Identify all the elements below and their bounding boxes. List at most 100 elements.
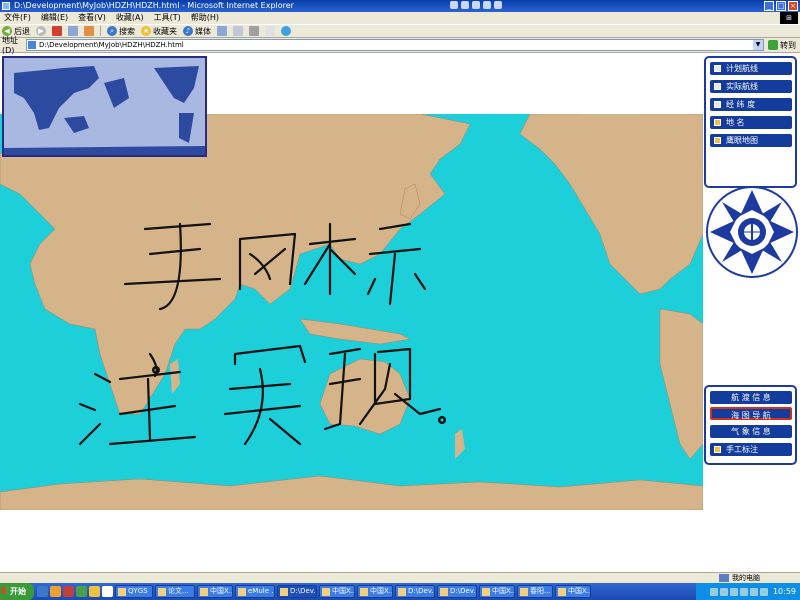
messenger-button[interactable] — [281, 26, 291, 36]
window-title-bar[interactable]: D:\Development\MyJob\HDZH\HDZH.html - Mi… — [0, 0, 800, 12]
address-input[interactable]: D:\Development\MyJob\HDZH\HDZH.html ▼ — [26, 39, 764, 51]
menu-edit[interactable]: 编辑(E) — [41, 12, 68, 24]
task-button[interactable]: eMule ... — [235, 585, 275, 598]
task-button[interactable]: D:\Dev... — [437, 585, 477, 598]
stop-button[interactable] — [52, 26, 62, 36]
doc-icon — [158, 588, 166, 596]
windows-flag-icon — [2, 587, 9, 594]
task-button[interactable]: 中国X... — [479, 585, 515, 598]
task-button[interactable]: 春阳... — [517, 585, 553, 598]
minimize-button[interactable]: _ — [764, 1, 774, 11]
star-icon: ★ — [141, 26, 151, 36]
title-tray-icons — [450, 1, 502, 9]
task-button[interactable]: 中国X... — [555, 585, 591, 598]
tray-icon-1[interactable] — [709, 587, 718, 596]
eagle-eye-minimap[interactable] — [2, 56, 207, 157]
planned-route-button[interactable]: 计划航线 — [710, 62, 792, 75]
app-quicklaunch-icon-3[interactable] — [76, 586, 87, 597]
toolbar-separator — [100, 26, 101, 36]
menu-help[interactable]: 帮助(H) — [191, 12, 219, 24]
start-label: 开始 — [10, 587, 26, 596]
zone-indicator: 我的电脑 — [719, 573, 760, 583]
start-button[interactable]: 开始 — [0, 583, 34, 600]
ie-quicklaunch-icon[interactable] — [37, 586, 48, 597]
ie-icon — [558, 588, 566, 596]
search-label: 搜索 — [119, 26, 135, 36]
compass-rose-icon[interactable] — [706, 186, 798, 278]
print-icon — [249, 26, 259, 36]
actual-route-button[interactable]: 实际航线 — [710, 80, 792, 93]
place-names-label: 地 名 — [726, 118, 745, 127]
manual-annotation-button[interactable]: 手工标注 — [710, 443, 792, 456]
ship-marker-2[interactable] — [438, 416, 446, 424]
checkbox-icon — [714, 119, 721, 126]
address-label: 地址(D) — [2, 36, 18, 55]
print-button[interactable] — [249, 26, 259, 36]
tray-icon-1 — [450, 1, 458, 9]
app-quicklaunch-icon-5[interactable] — [102, 586, 113, 597]
task-button[interactable]: 中国X... — [197, 585, 233, 598]
home-icon — [84, 26, 94, 36]
search-button[interactable]: ⌕ 搜索 — [107, 26, 135, 37]
task-label: 中国X... — [332, 587, 355, 595]
favorites-button[interactable]: ★ 收藏夹 — [141, 26, 177, 37]
chevron-down-icon[interactable]: ▼ — [753, 40, 763, 50]
refresh-button[interactable] — [68, 26, 78, 36]
maximize-button[interactable]: □ — [776, 1, 786, 11]
menu-file[interactable]: 文件(F) — [4, 12, 31, 24]
edit-button[interactable] — [265, 26, 275, 36]
latlong-button[interactable]: 经 纬 度 — [710, 98, 792, 111]
weather-info-button[interactable]: 气 象 信 息 — [710, 425, 792, 438]
task-button[interactable]: 中国X... — [357, 585, 393, 598]
chart-navigation-label: 海 图 导 航 — [731, 411, 771, 420]
mail-button[interactable] — [233, 26, 243, 36]
page-icon — [28, 41, 36, 49]
task-button[interactable]: D:\Dev... — [395, 585, 435, 598]
history-icon — [217, 26, 227, 36]
tray-icon-4 — [483, 1, 491, 9]
go-label: 转到 — [780, 40, 796, 50]
clock[interactable]: 10:59 — [773, 587, 796, 596]
eagle-eye-button[interactable]: 鹰眼地图 — [710, 134, 792, 147]
task-button[interactable]: QYGS — [115, 585, 153, 598]
checkbox-icon — [714, 65, 721, 72]
task-button[interactable]: 论文... — [155, 585, 195, 598]
ie-icon — [360, 588, 368, 596]
chart-navigation-button[interactable]: 海 图 导 航 — [710, 407, 792, 420]
forward-button[interactable]: ▶ — [36, 26, 46, 36]
app-quicklaunch-icon-2[interactable] — [63, 586, 74, 597]
ie-icon — [322, 588, 330, 596]
app-quicklaunch-icon-1[interactable] — [50, 586, 61, 597]
task-button[interactable]: 中国X... — [319, 585, 355, 598]
planned-route-label: 计划航线 — [726, 64, 758, 73]
favorites-label: 收藏夹 — [153, 26, 177, 36]
menu-favorites[interactable]: 收藏(A) — [116, 12, 144, 24]
world-map[interactable] — [0, 114, 703, 510]
app-quicklaunch-icon-4[interactable] — [89, 586, 100, 597]
voyage-info-button[interactable]: 航 渡 信 息 — [710, 391, 792, 404]
media-button[interactable]: ♪ 媒体 — [183, 26, 211, 37]
menu-view[interactable]: 查看(V) — [78, 12, 106, 24]
go-button[interactable]: 转到 — [768, 40, 796, 51]
tray-icon-6[interactable] — [759, 587, 768, 596]
task-button-active[interactable]: D:\Dev... — [277, 585, 317, 598]
ie-icon — [2, 2, 10, 10]
history-button[interactable] — [217, 26, 227, 36]
tray-icon-5[interactable] — [749, 587, 758, 596]
task-label: QYGS — [128, 587, 148, 595]
ie-icon — [482, 588, 490, 596]
tray-icon-4[interactable] — [739, 587, 748, 596]
close-button[interactable]: × — [788, 1, 798, 11]
tray-icon-2 — [461, 1, 469, 9]
task-label: 论文... — [168, 587, 189, 595]
windows-logo-icon: ⊞ — [780, 12, 798, 24]
right-control-panel: 计划航线 实际航线 经 纬 度 地 名 鹰眼地图 航 渡 信 息 海 图 导 航 — [702, 54, 800, 512]
tray-icon-2[interactable] — [719, 587, 728, 596]
task-label: D:\Dev... — [408, 587, 434, 595]
place-names-button[interactable]: 地 名 — [710, 116, 792, 129]
menu-tools[interactable]: 工具(T) — [154, 12, 181, 24]
tray-icon-3[interactable] — [729, 587, 738, 596]
home-button[interactable] — [84, 26, 94, 36]
media-icon: ♪ — [183, 26, 193, 36]
ie-icon — [280, 588, 288, 596]
